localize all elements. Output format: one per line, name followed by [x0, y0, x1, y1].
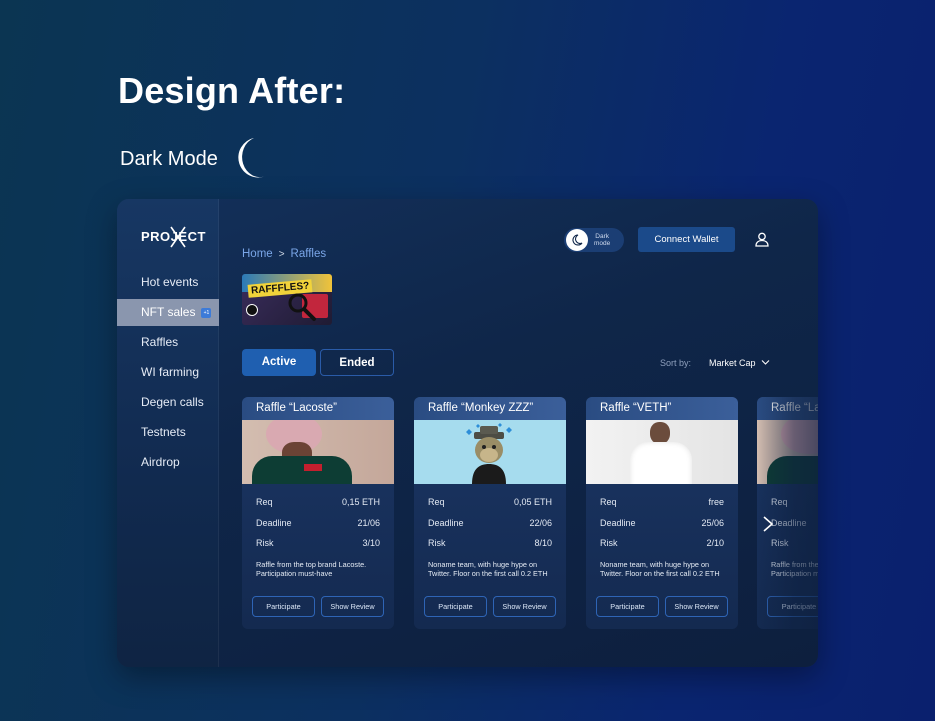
sidebar-item-degen-calls[interactable]: Degen calls — [117, 389, 219, 416]
tab-active[interactable]: Active — [242, 349, 316, 376]
deadline-row: Deadline 21/06 — [256, 517, 380, 528]
req-row: Req 0,15 ETH — [256, 497, 380, 507]
page-heading: Design After: — [118, 70, 346, 111]
magnifier-icon — [288, 293, 316, 321]
card-image — [586, 420, 738, 484]
raffle-card: Raffle “Lacoste” Req 0,15 ETH Deadline 21/… — [242, 397, 394, 629]
card-description: Raffle from the top brand Lacoste. Parti… — [256, 559, 367, 579]
sidebar-item-testnets[interactable]: Testnets — [117, 419, 219, 446]
raffles-banner[interactable]: RAFFFLES? — [242, 274, 332, 325]
dark-mode-toggle[interactable]: Dark mode — [564, 228, 624, 252]
toggle-knob — [566, 229, 588, 251]
participate-button[interactable]: Participate — [252, 595, 315, 617]
sidebar: PROJECT Hot events NFT sales +1 Raffles … — [117, 199, 219, 667]
logo[interactable]: PROJECT — [141, 226, 206, 248]
card-description: Noname team, with huge hype on Twitter. … — [600, 559, 720, 579]
breadcrumb: Home > Raffles — [242, 248, 326, 260]
sidebar-nav: Hot events NFT sales +1 Raffles WI farmi… — [117, 269, 219, 479]
page-subheading: Dark Mode — [120, 148, 218, 170]
sidebar-item-nft-sales[interactable]: NFT sales +1 — [117, 299, 219, 326]
card-image — [757, 420, 818, 484]
sort-label: Sort by: — [660, 358, 692, 368]
sidebar-item-hot-events[interactable]: Hot events — [117, 269, 219, 296]
card-title: Raffle “Lacoste” — [242, 397, 394, 420]
raffle-card: Raffle “Lacoste” Req Deadline Risk Raffl… — [757, 397, 818, 629]
card-title: Raffle “VETH” — [586, 397, 738, 420]
toggle-label: Dark mode — [594, 233, 611, 247]
breadcrumb-home[interactable]: Home — [242, 248, 273, 260]
risk-row: Risk 2/10 — [600, 538, 724, 548]
card-description: Raffle from the top brand Lacoste. Parti… — [771, 559, 818, 579]
breadcrumb-separator: > — [278, 249, 285, 260]
risk-row: Risk 3/10 — [256, 538, 380, 548]
risk-row: Risk 8/10 — [428, 538, 552, 548]
card-title: Raffle “Lacoste” — [757, 397, 818, 420]
show-review-button[interactable]: Show Review — [321, 595, 384, 617]
show-review-button[interactable]: Show Review — [493, 595, 556, 617]
card-image — [414, 420, 566, 484]
sidebar-item-wi-farming[interactable]: WI farming — [117, 359, 219, 386]
deadline-row: Deadline 22/06 — [428, 517, 552, 528]
card-title: Raffle “Monkey ZZZ” — [414, 397, 566, 420]
participate-button[interactable]: Participate — [596, 595, 659, 617]
raffle-card: Raffle “Monkey ZZZ” Req 0,05 ETH Deadline… — [414, 397, 566, 629]
raffle-card: Raffle “VETH” Req free Deadline 25/06 Risk… — [586, 397, 738, 629]
breadcrumb-current[interactable]: Raffles — [291, 248, 327, 260]
chevron-down-icon[interactable] — [761, 359, 770, 366]
sidebar-item-raffles[interactable]: Raffles — [117, 329, 219, 356]
moon-icon — [238, 138, 266, 178]
chevron-right-icon[interactable] — [762, 515, 774, 533]
moon-icon — [572, 234, 583, 246]
deadline-row: Deadline 25/06 — [600, 517, 724, 528]
connect-wallet-button[interactable]: Connect Wallet — [638, 227, 735, 252]
participate-button[interactable]: Participate — [767, 595, 818, 617]
sort-select[interactable]: Market Cap — [709, 358, 756, 368]
logo-x-icon — [170, 226, 186, 248]
participate-button[interactable]: Participate — [424, 595, 487, 617]
card-image — [242, 420, 394, 484]
user-icon[interactable] — [755, 232, 769, 247]
app-window: PROJECT Hot events NFT sales +1 Raffles … — [117, 199, 818, 667]
ape-illustration — [466, 423, 512, 484]
sidebar-item-airdrop[interactable]: Airdrop — [117, 449, 219, 476]
risk-row: Risk — [771, 538, 789, 548]
req-row: Req free — [600, 497, 724, 507]
req-row: Req — [771, 497, 788, 507]
card-description: Noname team, with huge hype on Twitter. … — [428, 559, 548, 579]
req-row: Req 0,05 ETH — [428, 497, 552, 507]
count-badge: +1 — [201, 307, 212, 318]
tab-ended[interactable]: Ended — [320, 349, 394, 376]
show-review-button[interactable]: Show Review — [665, 595, 728, 617]
